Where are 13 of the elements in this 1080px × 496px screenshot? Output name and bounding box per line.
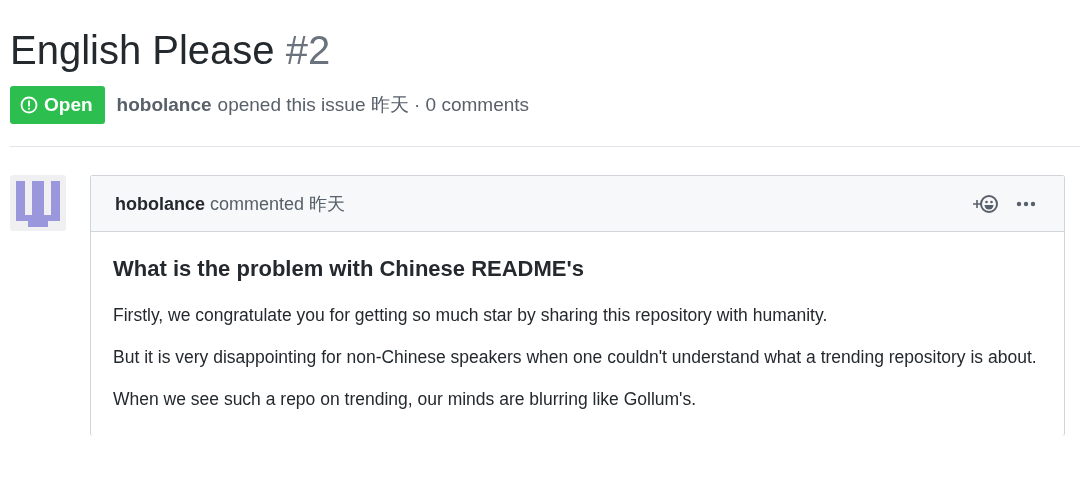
comment-author[interactable]: hobolance [115,193,205,214]
comment-paragraph: Firstly, we congratulate you for getting so much star by sharing this repository with humanity. [113,304,829,327]
status-badge: Open [10,86,105,124]
alert-icon [20,96,38,114]
comment-timestamp: commented 昨天 [210,193,346,214]
comment-heading: What is the problem with Chinese README's [113,256,585,282]
issue-meta: opened this issue 昨天 · 0 comments [217,93,530,117]
comment-paragraph: When we see such a repo on trending, our minds are blurring like Gollum's. [113,388,698,411]
issue-number: #2 [285,28,331,72]
issue-title: English Please [10,28,275,72]
comment-paragraph: But it is very disappointing for non-Chinese speakers when one couldn't understand what a trending repository is about. [113,346,1038,369]
more-options-icon[interactable] [1016,200,1036,207]
author-link[interactable]: hobolance [116,94,212,116]
